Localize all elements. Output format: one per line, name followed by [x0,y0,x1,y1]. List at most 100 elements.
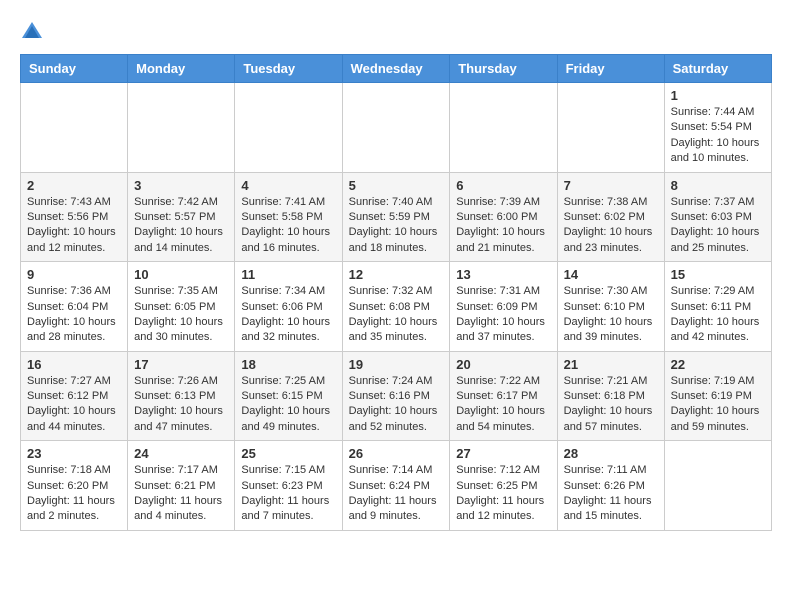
calendar-cell: 23 Sunrise: 7:18 AMSunset: 6:20 PMDaylig… [21,441,128,531]
day-info: Sunrise: 7:21 AMSunset: 6:18 PMDaylight:… [564,375,653,433]
day-number: 10 [134,267,228,282]
calendar-cell: 8 Sunrise: 7:37 AMSunset: 6:03 PMDayligh… [664,172,771,262]
day-info: Sunrise: 7:14 AMSunset: 6:24 PMDaylight:… [349,464,437,522]
calendar-cell: 16 Sunrise: 7:27 AMSunset: 6:12 PMDaylig… [21,351,128,441]
day-info: Sunrise: 7:37 AMSunset: 6:03 PMDaylight:… [671,196,760,254]
day-number: 27 [456,446,550,461]
calendar-cell: 12 Sunrise: 7:32 AMSunset: 6:08 PMDaylig… [342,262,450,352]
calendar-header-friday: Friday [557,55,664,83]
day-info: Sunrise: 7:42 AMSunset: 5:57 PMDaylight:… [134,196,223,254]
day-number: 5 [349,178,444,193]
day-info: Sunrise: 7:25 AMSunset: 6:15 PMDaylight:… [241,375,330,433]
calendar-header-tuesday: Tuesday [235,55,342,83]
logo [20,20,48,44]
logo-icon [20,20,44,44]
day-info: Sunrise: 7:27 AMSunset: 6:12 PMDaylight:… [27,375,116,433]
day-info: Sunrise: 7:26 AMSunset: 6:13 PMDaylight:… [134,375,223,433]
calendar-cell: 19 Sunrise: 7:24 AMSunset: 6:16 PMDaylig… [342,351,450,441]
calendar-header-thursday: Thursday [450,55,557,83]
calendar-week-3: 9 Sunrise: 7:36 AMSunset: 6:04 PMDayligh… [21,262,772,352]
day-info: Sunrise: 7:18 AMSunset: 6:20 PMDaylight:… [27,464,115,522]
calendar-cell [21,83,128,173]
day-number: 21 [564,357,658,372]
calendar-cell: 3 Sunrise: 7:42 AMSunset: 5:57 PMDayligh… [128,172,235,262]
day-info: Sunrise: 7:38 AMSunset: 6:02 PMDaylight:… [564,196,653,254]
calendar-cell: 21 Sunrise: 7:21 AMSunset: 6:18 PMDaylig… [557,351,664,441]
day-number: 18 [241,357,335,372]
calendar-cell: 13 Sunrise: 7:31 AMSunset: 6:09 PMDaylig… [450,262,557,352]
calendar-cell [664,441,771,531]
day-info: Sunrise: 7:43 AMSunset: 5:56 PMDaylight:… [27,196,116,254]
day-number: 25 [241,446,335,461]
page-header [20,20,772,44]
day-info: Sunrise: 7:40 AMSunset: 5:59 PMDaylight:… [349,196,438,254]
calendar-cell: 1 Sunrise: 7:44 AMSunset: 5:54 PMDayligh… [664,83,771,173]
calendar-cell: 26 Sunrise: 7:14 AMSunset: 6:24 PMDaylig… [342,441,450,531]
calendar-week-5: 23 Sunrise: 7:18 AMSunset: 6:20 PMDaylig… [21,441,772,531]
day-info: Sunrise: 7:34 AMSunset: 6:06 PMDaylight:… [241,285,330,343]
day-info: Sunrise: 7:11 AMSunset: 6:26 PMDaylight:… [564,464,652,522]
calendar-cell [342,83,450,173]
calendar-cell: 27 Sunrise: 7:12 AMSunset: 6:25 PMDaylig… [450,441,557,531]
calendar-header-sunday: Sunday [21,55,128,83]
calendar-cell: 18 Sunrise: 7:25 AMSunset: 6:15 PMDaylig… [235,351,342,441]
day-number: 24 [134,446,228,461]
day-info: Sunrise: 7:41 AMSunset: 5:58 PMDaylight:… [241,196,330,254]
day-info: Sunrise: 7:24 AMSunset: 6:16 PMDaylight:… [349,375,438,433]
calendar-cell: 14 Sunrise: 7:30 AMSunset: 6:10 PMDaylig… [557,262,664,352]
calendar-cell: 2 Sunrise: 7:43 AMSunset: 5:56 PMDayligh… [21,172,128,262]
calendar-cell [450,83,557,173]
day-number: 4 [241,178,335,193]
day-number: 7 [564,178,658,193]
calendar-header-row: SundayMondayTuesdayWednesdayThursdayFrid… [21,55,772,83]
day-number: 12 [349,267,444,282]
day-number: 15 [671,267,765,282]
calendar-header-wednesday: Wednesday [342,55,450,83]
day-info: Sunrise: 7:39 AMSunset: 6:00 PMDaylight:… [456,196,545,254]
calendar-header-saturday: Saturday [664,55,771,83]
day-number: 17 [134,357,228,372]
calendar-cell: 11 Sunrise: 7:34 AMSunset: 6:06 PMDaylig… [235,262,342,352]
day-number: 13 [456,267,550,282]
day-number: 2 [27,178,121,193]
calendar-cell: 22 Sunrise: 7:19 AMSunset: 6:19 PMDaylig… [664,351,771,441]
day-number: 19 [349,357,444,372]
day-number: 14 [564,267,658,282]
calendar-cell: 9 Sunrise: 7:36 AMSunset: 6:04 PMDayligh… [21,262,128,352]
calendar-header-monday: Monday [128,55,235,83]
calendar-week-1: 1 Sunrise: 7:44 AMSunset: 5:54 PMDayligh… [21,83,772,173]
calendar-cell: 7 Sunrise: 7:38 AMSunset: 6:02 PMDayligh… [557,172,664,262]
day-number: 1 [671,88,765,103]
day-number: 16 [27,357,121,372]
calendar-cell: 24 Sunrise: 7:17 AMSunset: 6:21 PMDaylig… [128,441,235,531]
calendar-week-4: 16 Sunrise: 7:27 AMSunset: 6:12 PMDaylig… [21,351,772,441]
day-info: Sunrise: 7:12 AMSunset: 6:25 PMDaylight:… [456,464,544,522]
day-info: Sunrise: 7:22 AMSunset: 6:17 PMDaylight:… [456,375,545,433]
day-number: 3 [134,178,228,193]
calendar-cell: 6 Sunrise: 7:39 AMSunset: 6:00 PMDayligh… [450,172,557,262]
calendar-cell: 28 Sunrise: 7:11 AMSunset: 6:26 PMDaylig… [557,441,664,531]
calendar-cell [128,83,235,173]
calendar-cell: 15 Sunrise: 7:29 AMSunset: 6:11 PMDaylig… [664,262,771,352]
day-info: Sunrise: 7:17 AMSunset: 6:21 PMDaylight:… [134,464,222,522]
day-info: Sunrise: 7:15 AMSunset: 6:23 PMDaylight:… [241,464,329,522]
day-info: Sunrise: 7:29 AMSunset: 6:11 PMDaylight:… [671,285,760,343]
day-number: 22 [671,357,765,372]
day-number: 23 [27,446,121,461]
day-number: 8 [671,178,765,193]
day-number: 26 [349,446,444,461]
calendar-cell: 10 Sunrise: 7:35 AMSunset: 6:05 PMDaylig… [128,262,235,352]
day-info: Sunrise: 7:30 AMSunset: 6:10 PMDaylight:… [564,285,653,343]
day-info: Sunrise: 7:44 AMSunset: 5:54 PMDaylight:… [671,106,760,164]
day-info: Sunrise: 7:36 AMSunset: 6:04 PMDaylight:… [27,285,116,343]
day-number: 9 [27,267,121,282]
calendar-cell: 17 Sunrise: 7:26 AMSunset: 6:13 PMDaylig… [128,351,235,441]
day-number: 20 [456,357,550,372]
calendar-table: SundayMondayTuesdayWednesdayThursdayFrid… [20,54,772,531]
day-number: 28 [564,446,658,461]
day-number: 11 [241,267,335,282]
calendar-cell: 5 Sunrise: 7:40 AMSunset: 5:59 PMDayligh… [342,172,450,262]
day-number: 6 [456,178,550,193]
day-info: Sunrise: 7:31 AMSunset: 6:09 PMDaylight:… [456,285,545,343]
day-info: Sunrise: 7:35 AMSunset: 6:05 PMDaylight:… [134,285,223,343]
